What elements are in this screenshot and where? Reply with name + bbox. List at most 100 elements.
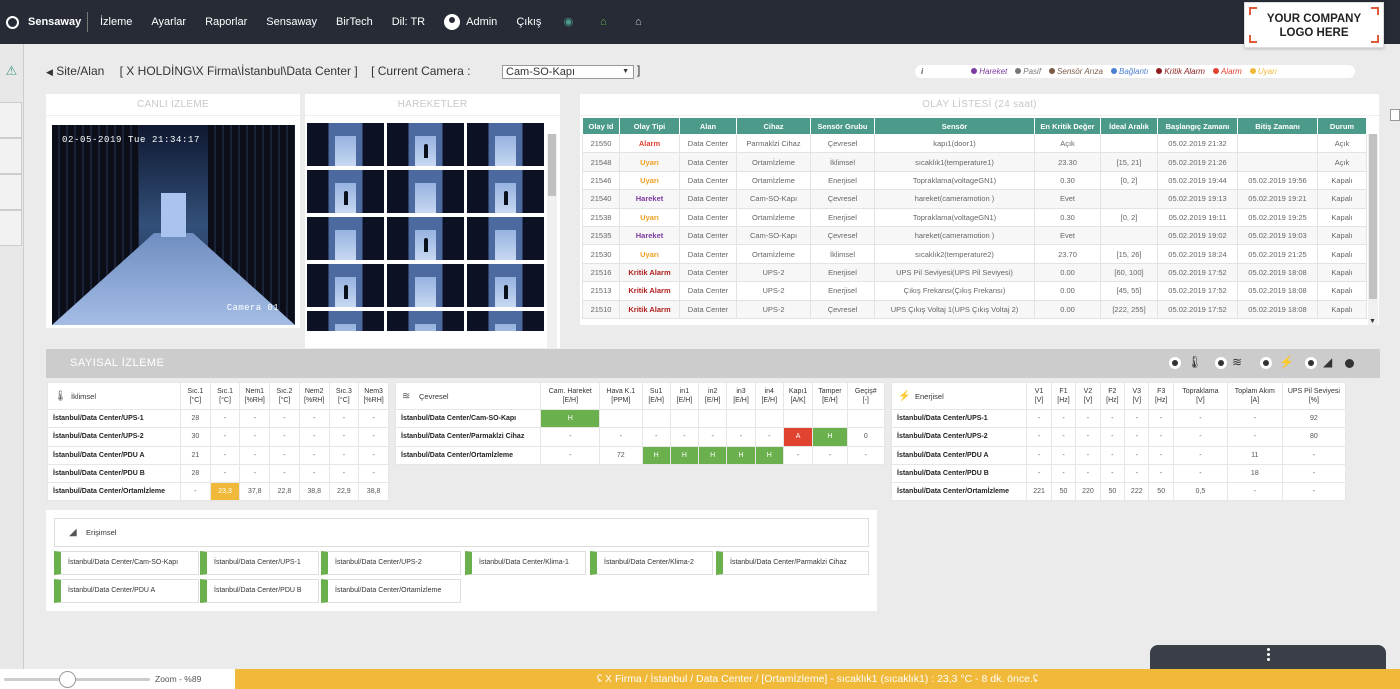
metric-row[interactable]: İstanbul/Data Center/Cam-SO-Kapı H <box>394 408 886 429</box>
zoom-slider-knob[interactable] <box>59 671 76 688</box>
metric-row[interactable]: İstanbul/Data Center/PDU A 21- - - - - - <box>47 445 389 465</box>
zoom-slider-track[interactable] <box>4 678 150 681</box>
home-settings-icon[interactable]: ⌂ <box>630 14 646 30</box>
movement-thumbnail[interactable] <box>307 170 384 213</box>
event-row[interactable]: 21513 Kritik Alarm Data Center UPS-2 Enerjis… <box>582 281 1367 301</box>
logout-link[interactable]: Çıkış <box>516 16 541 28</box>
metric-row[interactable]: İstanbul/Data Center/UPS-1- - - - - - - -92 <box>890 408 1347 429</box>
access-device-card[interactable]: İstanbul/Data Center/Klima-1 <box>465 551 586 575</box>
metric-device-name[interactable]: İstanbul/Data Center/UPS-1 <box>890 408 1028 429</box>
event-row[interactable]: 21546 Uyarı Data Center Ortamİzleme Enerjise… <box>582 170 1367 191</box>
breadcrumb-site[interactable]: Site/Alan <box>56 64 104 78</box>
movement-thumbnail[interactable] <box>307 264 384 307</box>
event-row[interactable]: 21535 Hareket Data Center Cam-SO-Kapı Çevres… <box>582 225 1367 246</box>
movement-thumbnail[interactable] <box>467 170 544 213</box>
access-device-card[interactable]: İstanbul/Data Center/Klima-2 <box>590 551 713 575</box>
menu-sensaway[interactable]: Sensaway <box>266 16 317 28</box>
event-row[interactable]: 21538 Uyarı Data Center Ortamİzleme Enerjise… <box>582 207 1367 227</box>
event-row[interactable]: 21530 Uyarı Data Center Ortamİzleme İklimsel… <box>582 244 1367 264</box>
metric-row[interactable]: İstanbul/Data Center/UPS-2- - - - - - - -80 <box>890 427 1347 447</box>
metric-row[interactable]: İstanbul/Data Center/UPS-1 28- - - - - - <box>47 408 389 429</box>
movement-thumbnail[interactable] <box>467 123 544 166</box>
back-arrow-icon[interactable]: ◀ <box>46 67 53 77</box>
movement-thumbnail[interactable] <box>387 217 464 260</box>
metric-device-name[interactable]: İstanbul/Data Center/PDU A <box>47 445 181 465</box>
movement-thumbnail[interactable] <box>387 264 464 307</box>
metric-device-name[interactable]: İstanbul/Data Center/UPS-2 <box>47 427 181 447</box>
toggle-radio[interactable] <box>1169 357 1181 369</box>
access-device-card[interactable]: İstanbul/Data Center/Parmaklzi Cihaz <box>716 551 869 575</box>
metric-device-name[interactable]: İstanbul/Data Center/PDU B <box>47 463 181 484</box>
movement-thumbnail[interactable] <box>467 264 544 307</box>
more-vertical-icon[interactable] <box>1267 648 1270 651</box>
metric-row[interactable]: İstanbul/Data Center/Ortamİzleme -23,3 37,… <box>47 482 389 502</box>
scroll-down-arrow-icon[interactable]: ▼ <box>1369 318 1376 325</box>
access-device-card[interactable]: İstanbul/Data Center/Ortamİzleme <box>321 579 461 603</box>
info-icon[interactable]: i <box>921 67 923 76</box>
event-list-scrollbar[interactable]: ▼ <box>1368 134 1378 325</box>
legend-item-0[interactable]: Hareket <box>979 67 1007 76</box>
legend-item-5[interactable]: Alarm <box>1221 67 1242 76</box>
metric-device-name[interactable]: İstanbul/Data Center/Ortamİzleme <box>890 482 1028 502</box>
metric-device-name[interactable]: İstanbul/Data Center/Cam-SO-Kapı <box>394 408 542 429</box>
side-checkbox[interactable] <box>1390 109 1400 121</box>
legend-item-3[interactable]: Bağlantı <box>1119 67 1148 76</box>
metric-row[interactable]: İstanbul/Data Center/UPS-2 30- - - - - - <box>47 427 389 447</box>
sidebar-tab[interactable] <box>0 102 22 138</box>
metric-row[interactable]: İstanbul/Data Center/PDU B - - - - - - -18- <box>890 463 1347 484</box>
access-device-card[interactable]: İstanbul/Data Center/Cam-SO-Kapı <box>54 551 199 575</box>
movement-thumbnail[interactable] <box>467 311 544 331</box>
metric-device-name[interactable]: İstanbul/Data Center/PDU B <box>890 463 1028 484</box>
metric-device-name[interactable]: İstanbul/Data Center/UPS-2 <box>890 427 1028 447</box>
event-row[interactable]: 21510 Kritik Alarm Data Center UPS-2 Çevrese… <box>582 299 1367 319</box>
metric-device-name[interactable]: İstanbul/Data Center/UPS-1 <box>47 408 181 429</box>
event-row[interactable]: 21548 Uyarı Data Center Ortamİzleme İklimsel… <box>582 152 1367 172</box>
movement-thumbnail[interactable] <box>307 311 384 331</box>
movement-thumbnail[interactable] <box>387 311 464 331</box>
sidebar-tab[interactable] <box>0 210 22 246</box>
movement-thumbnail[interactable] <box>467 217 544 260</box>
toggle-radio[interactable] <box>1305 357 1317 369</box>
movement-thumbnail[interactable] <box>307 123 384 166</box>
access-device-card[interactable]: İstanbul/Data Center/UPS-1 <box>200 551 319 575</box>
brand-name[interactable]: Sensaway <box>28 16 81 28</box>
bottom-right-drawer-tab[interactable] <box>1150 645 1386 669</box>
metric-device-name[interactable]: İstanbul/Data Center/Parmaklzi Cihaz <box>394 427 542 447</box>
legend-item-6[interactable]: Uyarı <box>1258 67 1277 76</box>
event-row[interactable]: 21540 Hareket Data Center Cam-SO-Kapı Çevres… <box>582 189 1367 209</box>
legend-item-4[interactable]: Kritik Alarm <box>1164 67 1205 76</box>
sidebar-tab[interactable] <box>0 174 22 210</box>
menu-language[interactable]: Dil: TR <box>392 16 425 28</box>
menu-birtech[interactable]: BirTech <box>336 16 373 28</box>
event-row[interactable]: 21550 Alarm Data Center Parmaklzi Cihaz Çevr… <box>582 133 1367 154</box>
home-icon[interactable]: ⌂ <box>595 14 611 30</box>
movements-scrollbar[interactable] <box>547 134 557 348</box>
scrollbar-thumb[interactable] <box>548 134 556 196</box>
metric-row[interactable]: İstanbul/Data Center/PDU B 28- - - - - - <box>47 463 389 484</box>
access-device-card[interactable]: İstanbul/Data Center/PDU B <box>200 579 319 603</box>
metric-row[interactable]: İstanbul/Data Center/Ortamİzleme 221 50 220… <box>890 482 1347 502</box>
access-device-card[interactable]: İstanbul/Data Center/PDU A <box>54 579 199 603</box>
camera-select[interactable]: Cam-SO-Kapı ▼ <box>502 65 634 79</box>
user-menu[interactable]: Admin <box>444 14 497 30</box>
metric-device-name[interactable]: İstanbul/Data Center/Ortamİzleme <box>47 482 181 502</box>
toggle-radio[interactable] <box>1215 357 1227 369</box>
event-row[interactable]: 21516 Kritik Alarm Data Center UPS-2 Enerjis… <box>582 262 1367 283</box>
metric-row[interactable]: İstanbul/Data Center/Ortamİzleme -72 H H H H H… <box>394 445 886 465</box>
sidebar-tab[interactable] <box>0 138 22 174</box>
alarm-siren-icon[interactable]: ⚠ <box>5 64 18 78</box>
circle-target-icon[interactable]: ◉ <box>560 14 576 30</box>
metric-row[interactable]: İstanbul/Data Center/PDU A - - - - - - -11- <box>890 445 1347 465</box>
menu-raporlar[interactable]: Raporlar <box>205 16 247 28</box>
menu-ayarlar[interactable]: Ayarlar <box>151 16 186 28</box>
metric-row[interactable]: İstanbul/Data Center/Parmaklzi Cihaz - - - -… <box>394 427 886 447</box>
toggle-radio[interactable] <box>1260 357 1272 369</box>
movement-thumbnail[interactable] <box>387 170 464 213</box>
live-camera-view[interactable]: 02-05-2019 Tue 21:34:17 Camera 01 <box>52 125 295 325</box>
metric-device-name[interactable]: İstanbul/Data Center/Ortamİzleme <box>394 445 542 465</box>
legend-item-1[interactable]: Pasif <box>1023 67 1041 76</box>
scrollbar-thumb[interactable] <box>1369 134 1377 299</box>
menu-izleme[interactable]: İzleme <box>100 16 132 28</box>
metric-device-name[interactable]: İstanbul/Data Center/PDU A <box>890 445 1028 465</box>
legend-item-2[interactable]: Sensör Arıza <box>1057 67 1103 76</box>
